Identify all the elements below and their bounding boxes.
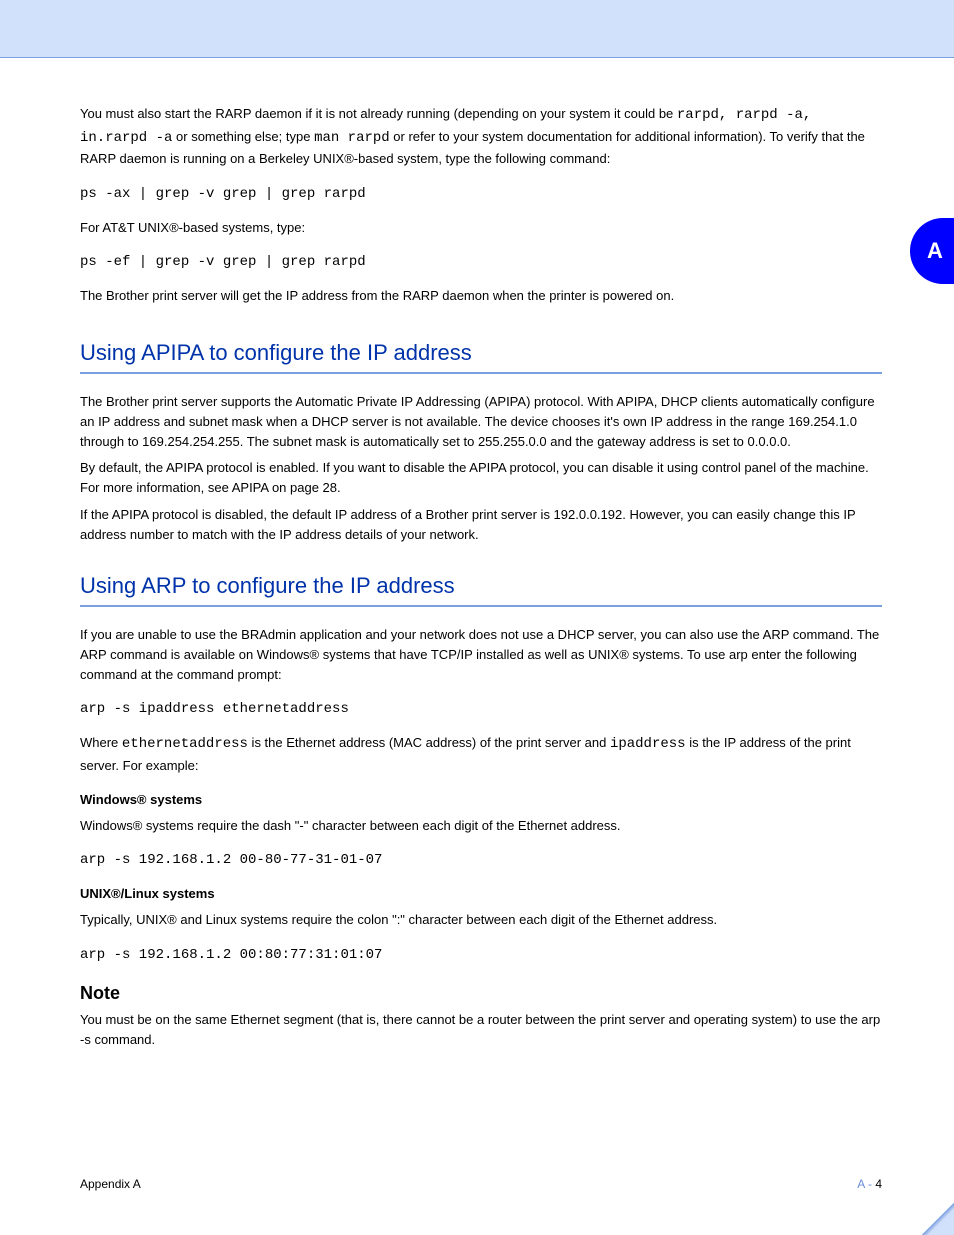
section-heading-arp: Using ARP to configure the IP address (80, 573, 882, 599)
paragraph: If you are unable to use the BRAdmin app… (80, 625, 882, 685)
paragraph: You must also start the RARP daemon if i… (80, 104, 882, 170)
page-number: 4 (875, 1177, 882, 1191)
content-column: You must also start the RARP daemon if i… (80, 104, 882, 1050)
page-corner-fold (922, 1203, 954, 1235)
text: is the Ethernet address (MAC address) of… (248, 735, 610, 750)
footer-right: A - 4 (857, 1177, 882, 1191)
section-heading-apipa: Using APIPA to configure the IP address (80, 340, 882, 366)
note-block: Note You must be on the same Ethernet se… (80, 983, 882, 1050)
header-band (0, 0, 954, 58)
subheading-unix: UNIX®/Linux systems (80, 884, 882, 904)
paragraph: If the APIPA protocol is disabled, the d… (80, 505, 882, 545)
paragraph: Windows® systems require the dash "-" ch… (80, 816, 882, 836)
command-line: ps -ef | grep -v grep | grep rarpd (80, 254, 882, 270)
command-line: arp -s 192.168.1.2 00-80-77-31-01-07 (80, 852, 882, 868)
paragraph: The Brother print server supports the Au… (80, 392, 882, 452)
paragraph: By default, the APIPA protocol is enable… (80, 458, 882, 498)
command-line: arp -s 192.168.1.2 00:80:77:31:01:07 (80, 947, 882, 963)
footer-prefix: A - (857, 1177, 875, 1191)
heading-rule (80, 605, 882, 607)
inline-code: ethernetaddress (122, 736, 248, 752)
note-text: You must be on the same Ethernet segment… (80, 1010, 882, 1050)
heading-rule (80, 372, 882, 374)
page-body: You must also start the RARP daemon if i… (0, 58, 954, 1096)
text: You must also start the RARP daemon if i… (80, 106, 677, 121)
paragraph: Where ethernetaddress is the Ethernet ad… (80, 733, 882, 776)
note-label: Note (80, 983, 882, 1004)
paragraph: For AT&T UNIX®-based systems, type: (80, 218, 882, 238)
text: Where (80, 735, 122, 750)
text: or something else; type (172, 129, 314, 144)
paragraph: The Brother print server will get the IP… (80, 286, 882, 306)
command-line: arp -s ipaddress ethernetaddress (80, 701, 882, 717)
inline-code: ipaddress (610, 736, 686, 752)
command-line: ps -ax | grep -v grep | grep rarpd (80, 186, 882, 202)
inline-code: man rarpd (314, 130, 390, 146)
subheading-windows: Windows® systems (80, 790, 882, 810)
paragraph: Typically, UNIX® and Linux systems requi… (80, 910, 882, 930)
footer-left: Appendix A (80, 1177, 141, 1191)
